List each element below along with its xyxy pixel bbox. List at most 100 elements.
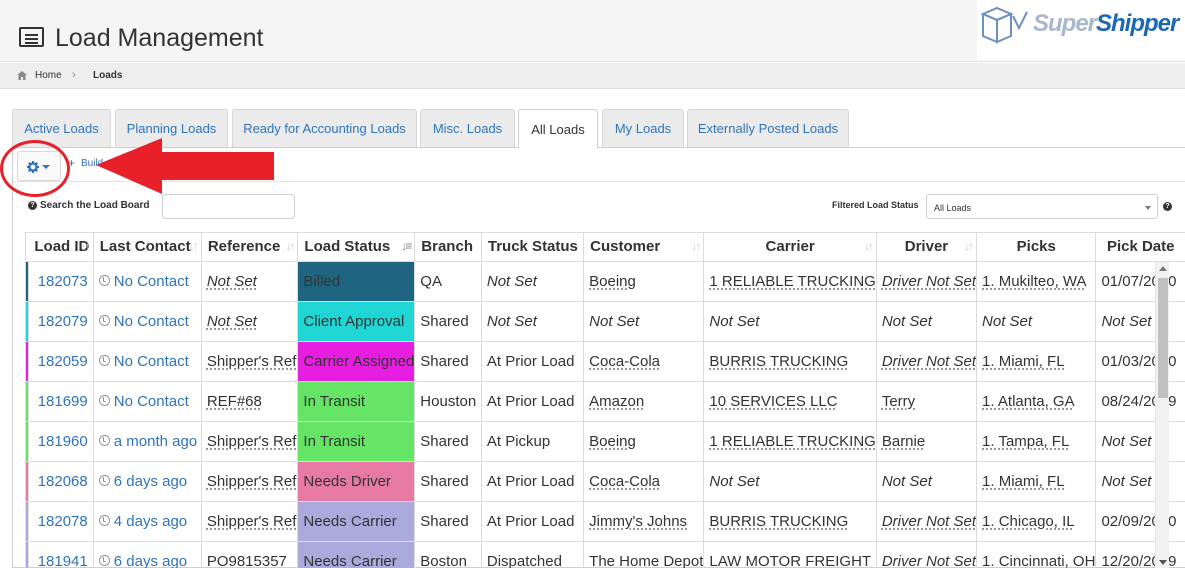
tab-externally-posted-loads[interactable]: Externally Posted Loads	[687, 109, 849, 147]
carrier-cell[interactable]: 1 RELIABLE TRUCKING	[703, 421, 877, 462]
last-contact-link[interactable]: 6 days ago	[93, 461, 202, 502]
logo-shipper-text: Shipper	[1096, 10, 1179, 37]
chevron-right-icon: ›	[72, 69, 76, 81]
search-input[interactable]	[162, 194, 295, 219]
logo-super-text: Super	[1033, 10, 1097, 37]
last-contact-text: 6 days ago	[113, 472, 188, 490]
driver-cell[interactable]: Driver Not Set	[876, 541, 978, 568]
table-scrollbar[interactable]	[1155, 262, 1169, 568]
driver-cell[interactable]: Driver Not Set	[876, 341, 978, 382]
driver-cell[interactable]: Not Set	[876, 461, 978, 502]
branch-cell: Shared	[414, 421, 482, 462]
reference-cell: Not Set	[201, 301, 299, 342]
load-id-link[interactable]: 181699	[28, 381, 94, 422]
column-label: Pick Date	[1106, 238, 1175, 256]
table-row[interactable]: 182059 No Contact Shipper's Ref Carrier Ass…	[26, 341, 1185, 382]
list-box-icon	[19, 27, 44, 47]
info-icon: ?	[28, 201, 37, 210]
column-header-driver[interactable]: Driver ↓↑	[876, 233, 978, 262]
branch-cell: Shared	[414, 461, 482, 502]
load-id-link[interactable]: 181960	[28, 421, 94, 462]
status-filter-value: All Loads	[934, 203, 972, 213]
loads-table: Load ID ↓↑ Last Contact ↓↑ Reference ↓↑ Loa…	[25, 232, 1185, 568]
page-title: Load Management	[55, 24, 264, 52]
column-header-load-status[interactable]: Load Status ↓≡	[297, 233, 416, 262]
carrier-cell[interactable]: Not Set	[703, 301, 877, 342]
driver-cell[interactable]: Not Set	[876, 301, 978, 342]
scroll-up-icon[interactable]	[1159, 266, 1167, 271]
table-row[interactable]: 181941 6 days ago PO9815357 Needs Carrier Bo…	[26, 541, 1185, 568]
column-header-pick-date[interactable]: Pick Date	[1095, 233, 1185, 262]
scroll-down-icon[interactable]	[1159, 560, 1167, 565]
column-header-reference[interactable]: Reference ↓↑	[201, 233, 299, 262]
truck-status-cell: At Pickup	[481, 421, 585, 462]
carrier-cell[interactable]: Not Set	[703, 461, 877, 502]
truck-status-cell: At Prior Load	[481, 501, 585, 542]
driver-cell[interactable]: Driver Not Set	[876, 261, 978, 302]
table-row[interactable]: 182073 No Contact Not Set Billed QA Not Set Bo…	[26, 261, 1185, 302]
picks-cell: 1. Miami, FL	[976, 461, 1097, 502]
table-row[interactable]: 182078 4 days ago Shipper's Ref Needs Carri…	[26, 501, 1185, 542]
branch-cell: Boston	[414, 541, 482, 568]
annotation-arrow-icon	[96, 138, 274, 194]
last-contact-link[interactable]: 4 days ago	[93, 501, 202, 542]
column-label: Carrier	[765, 238, 815, 256]
clock-icon	[98, 394, 110, 406]
reference-cell: Not Set	[201, 261, 299, 302]
column-header-load-id[interactable]: Load ID ↓↑	[28, 233, 94, 262]
column-header-branch[interactable]: Branch	[414, 233, 482, 262]
load-id-link[interactable]: 182078	[28, 501, 94, 542]
tab-my-loads[interactable]: My Loads	[602, 109, 684, 147]
clock-icon	[98, 274, 110, 286]
customer-cell: Amazon	[583, 381, 705, 422]
column-header-carrier[interactable]: Carrier ↓↑	[703, 233, 877, 262]
load-status-cell: Client Approval	[297, 301, 416, 342]
column-header-customer[interactable]: Customer ↓↑	[583, 233, 705, 262]
status-filter-select[interactable]: All Loads	[926, 194, 1158, 219]
last-contact-link[interactable]: No Contact	[93, 301, 202, 342]
last-contact-text: 4 days ago	[113, 512, 188, 530]
status-filter-label: Filtered Load Status	[832, 200, 919, 210]
last-contact-link[interactable]: No Contact	[93, 341, 202, 382]
last-contact-link[interactable]: a month ago	[93, 421, 202, 462]
carrier-cell[interactable]: 1 RELIABLE TRUCKING	[703, 261, 877, 302]
column-header-last-contact[interactable]: Last Contact ↓↑	[93, 233, 202, 262]
driver-cell[interactable]: Terry	[876, 381, 978, 422]
load-id-link[interactable]: 181941	[28, 541, 94, 568]
tab-all-loads[interactable]: All Loads	[518, 109, 598, 148]
reference-cell: PO9815357	[201, 541, 299, 568]
load-id-link[interactable]: 182073	[28, 261, 94, 302]
breadcrumb-home[interactable]: Home	[35, 70, 62, 81]
scrollbar-thumb[interactable]	[1158, 278, 1168, 398]
customer-cell: Not Set	[583, 301, 705, 342]
table-row[interactable]: 182079 No Contact Not Set Client Approval Sh…	[26, 301, 1185, 342]
tab-misc-loads[interactable]: Misc. Loads	[420, 109, 515, 147]
table-row[interactable]: 182068 6 days ago Shipper's Ref Needs Drive…	[26, 461, 1185, 502]
driver-cell[interactable]: Driver Not Set	[876, 501, 978, 542]
carrier-cell[interactable]: BURRIS TRUCKING	[703, 501, 877, 542]
pick-date-cell: 01/07/2020	[1095, 261, 1185, 302]
customer-cell: Coca-Cola	[583, 461, 705, 502]
driver-cell[interactable]: Barnie	[876, 421, 978, 462]
last-contact-link[interactable]: No Contact	[93, 381, 202, 422]
pick-date-cell: Not Set	[1095, 421, 1185, 462]
table-row[interactable]: 181699 No Contact REF#68 In Transit Houston A…	[26, 381, 1185, 422]
load-id-link[interactable]: 182079	[28, 301, 94, 342]
column-header-truck-status[interactable]: Truck Status	[481, 233, 585, 262]
last-contact-text: No Contact	[113, 272, 189, 290]
branch-cell: Shared	[414, 501, 482, 542]
breadcrumb: Home › Loads	[0, 63, 1185, 89]
load-id-link[interactable]: 182059	[28, 341, 94, 382]
carrier-cell[interactable]: BURRIS TRUCKING	[703, 341, 877, 382]
table-row[interactable]: 181960 a month ago Shipper's Ref In Transit…	[26, 421, 1185, 462]
picks-cell: 1. Mukilteo, WA	[976, 261, 1097, 302]
carrier-cell[interactable]: LAW MOTOR FREIGHT	[703, 541, 877, 568]
carrier-cell[interactable]: 10 SERVICES LLC	[703, 381, 877, 422]
load-id-link[interactable]: 182068	[28, 461, 94, 502]
truck-status-cell: At Prior Load	[481, 381, 585, 422]
column-header-picks[interactable]: Picks	[976, 233, 1097, 262]
load-status-cell: Carrier Assigned	[297, 341, 416, 382]
load-status-cell: Needs Carrier	[297, 541, 416, 568]
last-contact-link[interactable]: No Contact	[93, 261, 202, 302]
last-contact-link[interactable]: 6 days ago	[93, 541, 202, 568]
